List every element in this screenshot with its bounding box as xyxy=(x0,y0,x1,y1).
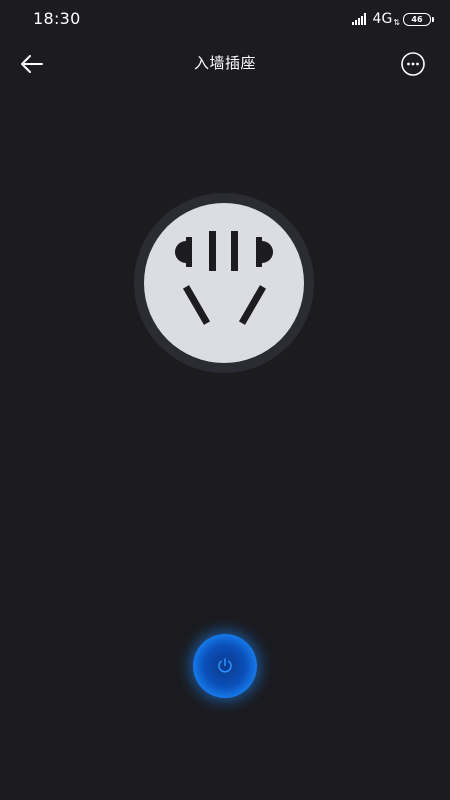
signal-icon xyxy=(351,13,366,25)
status-bar: 18:30 4G ⇅ 46 xyxy=(0,0,450,38)
network-type: 4G xyxy=(372,11,393,27)
more-options-button[interactable] xyxy=(400,51,426,77)
smart-socket-screen: 18:30 4G ⇅ 46 入墙插座 xyxy=(0,0,450,800)
power-icon xyxy=(218,658,232,673)
wall-socket-icon xyxy=(134,193,314,373)
data-activity-icon: ⇅ xyxy=(393,17,400,27)
battery-icon: 46 xyxy=(403,12,434,26)
wall-socket xyxy=(133,192,315,374)
battery-level: 46 xyxy=(403,12,431,26)
more-options-icon xyxy=(401,52,425,76)
page-title: 入墙插座 xyxy=(193,54,256,72)
status-indicators: 4G ⇅ 46 xyxy=(351,10,434,28)
top-bar: 入墙插座 xyxy=(0,38,450,90)
status-time: 18:30 xyxy=(33,9,81,28)
battery-tip xyxy=(432,16,434,22)
power-button[interactable] xyxy=(193,634,257,698)
